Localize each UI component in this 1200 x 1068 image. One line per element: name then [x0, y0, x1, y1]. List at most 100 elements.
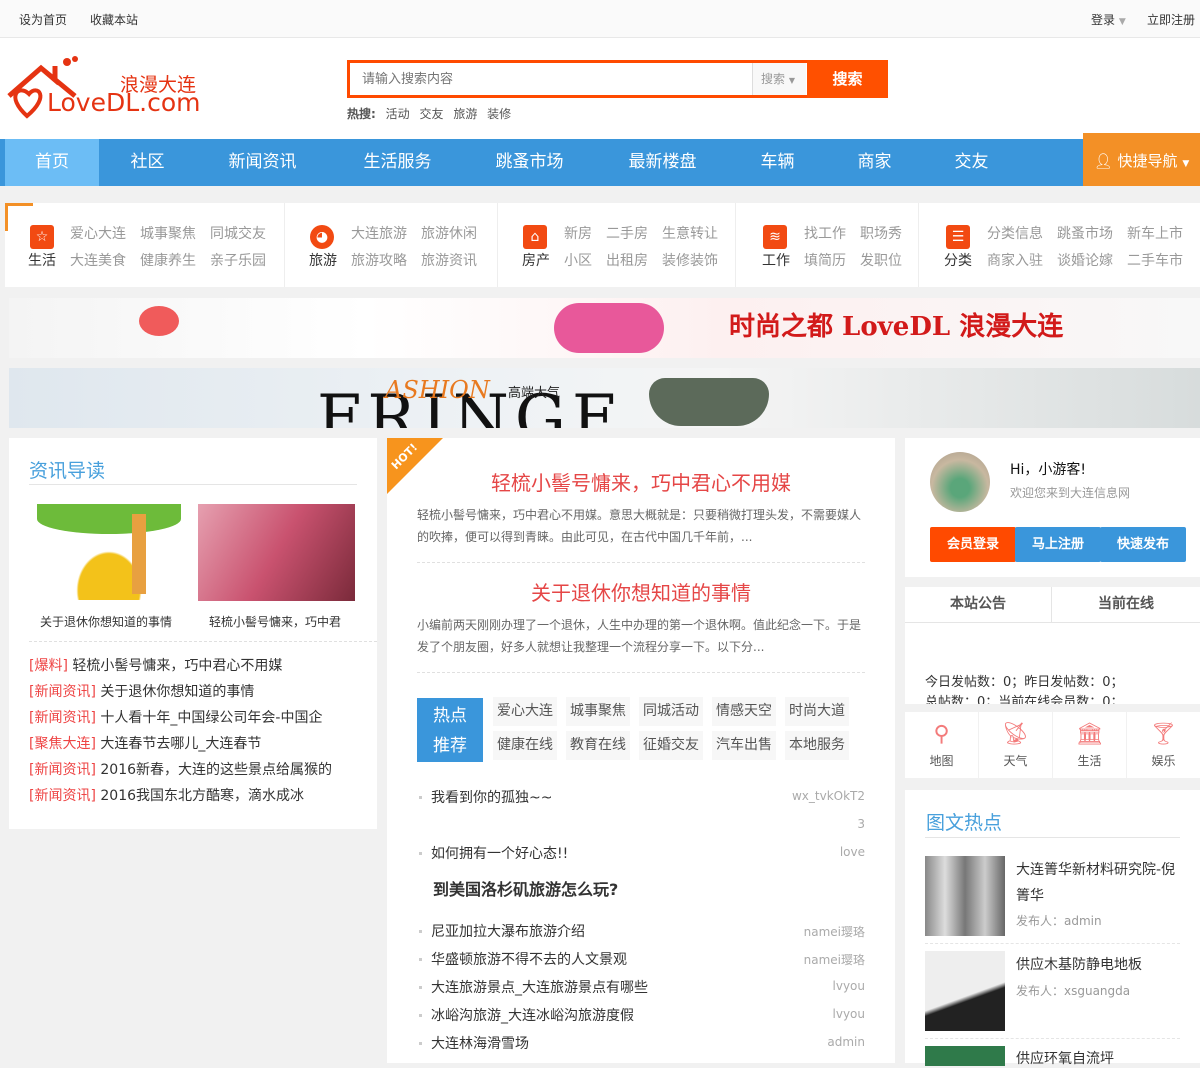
list-item[interactable]: 如何拥有一个好心态!! love: [417, 843, 865, 863]
avatar[interactable]: [930, 452, 990, 512]
category-link[interactable]: 装修装饰: [662, 250, 718, 270]
nav-home[interactable]: 首页: [5, 139, 99, 186]
nav-life[interactable]: 生活服务: [350, 139, 445, 186]
picnews-title[interactable]: 大连箐华新材料研究院-倪箐华: [1016, 857, 1181, 909]
hot-tag[interactable]: 教育在线: [566, 731, 630, 760]
list-subtitle[interactable]: 到美国洛杉矶旅游怎么玩?: [433, 876, 618, 900]
banner-ad-1[interactable]: 时尚之都 LoveDL 浪漫大连: [9, 298, 1200, 358]
news-item[interactable]: [聚焦大连] 大连春节去哪儿_大连春节: [29, 733, 261, 753]
category-name[interactable]: 房产: [522, 250, 550, 270]
category-link[interactable]: 生意转让: [662, 223, 718, 243]
category-name[interactable]: 旅游: [309, 250, 337, 270]
category-name[interactable]: 生活: [28, 250, 56, 270]
register-link[interactable]: 立即注册: [1147, 11, 1195, 28]
hot-search-link[interactable]: 交友: [419, 107, 443, 121]
quick-entertainment[interactable]: 🍸︎ 娱乐: [1127, 712, 1200, 778]
quick-life[interactable]: 🏛︎ 生活: [1053, 712, 1126, 778]
category-link[interactable]: 出租房: [606, 250, 648, 270]
tab-online[interactable]: 当前在线: [1052, 587, 1200, 623]
category-link[interactable]: 旅游资讯: [421, 250, 477, 270]
news-thumb[interactable]: [37, 504, 181, 600]
category-link[interactable]: 分类信息: [987, 223, 1043, 243]
category-link[interactable]: 大连旅游: [351, 223, 407, 243]
hot-search-link[interactable]: 装修: [487, 107, 511, 121]
category-link[interactable]: 新车上市: [1127, 223, 1183, 243]
category-link[interactable]: 大连美食: [70, 250, 126, 270]
category-link[interactable]: 二手房: [606, 223, 648, 243]
logo[interactable]: 浪漫大连 LoveDL.com: [5, 56, 215, 120]
article-title[interactable]: 关于退休你想知道的事情: [417, 577, 865, 606]
member-login-button[interactable]: 会员登录: [930, 527, 1016, 562]
category-name[interactable]: 分类: [944, 250, 972, 270]
hot-tag[interactable]: 时尚大道: [785, 697, 849, 726]
hot-search-link[interactable]: 旅游: [453, 107, 477, 121]
category-link[interactable]: 旅游休闲: [421, 223, 477, 243]
tab-notice[interactable]: 本站公告: [905, 587, 1052, 623]
list-item[interactable]: 大连林海滑雪场 admin: [417, 1033, 865, 1053]
nav-merchants[interactable]: 商家: [847, 139, 902, 186]
set-home-link[interactable]: 设为首页: [19, 11, 67, 28]
category-link[interactable]: 二手车市: [1127, 250, 1183, 270]
category-link[interactable]: 城事聚焦: [140, 223, 196, 243]
register-button[interactable]: 马上注册: [1015, 527, 1101, 562]
banner-ad-2[interactable]: FRINGE ASHION 高端大气: [9, 368, 1200, 428]
hot-search-link[interactable]: 活动: [386, 107, 410, 121]
news-thumb-caption[interactable]: 关于退休你想知道的事情: [40, 613, 172, 630]
news-thumb-caption[interactable]: 轻梳小髻号慵来，巧中君: [209, 613, 341, 630]
category-link[interactable]: 发职位: [860, 250, 902, 270]
picnews-title[interactable]: 供应环氧自流坪: [1016, 1048, 1114, 1068]
hot-tag[interactable]: 征婚交友: [639, 731, 703, 760]
search-scope-select[interactable]: 搜索 ▼: [752, 63, 806, 95]
category-link[interactable]: 爱心大连: [70, 223, 126, 243]
hot-tag[interactable]: 情感天空: [712, 697, 776, 726]
hot-tag[interactable]: 爱心大连: [493, 697, 557, 726]
category-link[interactable]: 职场秀: [860, 223, 902, 243]
nav-cars[interactable]: 车辆: [750, 139, 805, 186]
news-item[interactable]: [新闻资讯] 2016新春，大连的这些景点给属猴的: [29, 759, 332, 779]
news-item[interactable]: [新闻资讯] 十人看十年_中国绿公司年会-中国企: [29, 707, 322, 727]
picnews-thumb[interactable]: [925, 1046, 1005, 1066]
category-link[interactable]: 新房: [564, 223, 592, 243]
category-link[interactable]: 跳蚤市场: [1057, 223, 1113, 243]
list-item[interactable]: 冰峪沟旅游_大连冰峪沟旅游度假 lvyou: [417, 1005, 865, 1025]
category-link[interactable]: 同城交友: [210, 223, 266, 243]
category-link[interactable]: 亲子乐园: [210, 250, 266, 270]
category-link[interactable]: 商家入驻: [987, 250, 1043, 270]
list-item[interactable]: 我看到你的孤独~~ wx_tvkOkT2 3: [417, 787, 865, 831]
category-link[interactable]: 填简历: [804, 250, 846, 270]
search-button[interactable]: 搜索: [807, 60, 888, 98]
login-link[interactable]: 登录 ▼: [1091, 11, 1126, 28]
category-link[interactable]: 健康养生: [140, 250, 196, 270]
bookmark-link[interactable]: 收藏本站: [90, 11, 138, 28]
category-name[interactable]: 工作: [762, 250, 790, 270]
quick-weather[interactable]: 📡︎ 天气: [979, 712, 1052, 778]
news-thumb[interactable]: [198, 504, 355, 601]
hot-tag[interactable]: 城事聚焦: [566, 697, 630, 726]
article-title[interactable]: 轻梳小髻号慵来，巧中君心不用媒: [417, 467, 865, 496]
category-link[interactable]: 谈婚论嫁: [1057, 250, 1113, 270]
nav-market[interactable]: 跳蚤市场: [482, 139, 577, 186]
news-item[interactable]: [新闻资讯] 关于退休你想知道的事情: [29, 681, 254, 701]
quick-publish-button[interactable]: 快速发布: [1100, 527, 1186, 562]
category-link[interactable]: 小区: [564, 250, 592, 270]
nav-dating[interactable]: 交友: [944, 139, 999, 186]
quick-nav-button[interactable]: 👤︎ 快捷导航 ▼: [1083, 133, 1200, 186]
hot-tag[interactable]: 本地服务: [785, 731, 849, 760]
picnews-thumb[interactable]: [925, 856, 1005, 936]
list-item[interactable]: 尼亚加拉大瀑布旅游介绍 namei璎珞: [417, 921, 865, 941]
hot-tag[interactable]: 同城活动: [639, 697, 703, 726]
list-item[interactable]: 大连旅游景点_大连旅游景点有哪些 lvyou: [417, 977, 865, 997]
picnews-title[interactable]: 供应木基防静电地板: [1016, 954, 1142, 974]
nav-news[interactable]: 新闻资讯: [215, 139, 310, 186]
nav-housing[interactable]: 最新楼盘: [615, 139, 710, 186]
quick-map[interactable]: ⚲ 地图: [905, 712, 978, 778]
list-item[interactable]: 华盛顿旅游不得不去的人文景观 namei璎珞: [417, 949, 865, 969]
category-link[interactable]: 旅游攻略: [351, 250, 407, 270]
hot-tag[interactable]: 汽车出售: [712, 731, 776, 760]
news-item[interactable]: [新闻资讯] 2016我国东北方酷寒，滴水成冰: [29, 785, 304, 805]
picnews-thumb[interactable]: [925, 951, 1005, 1031]
hot-tag[interactable]: 健康在线: [493, 731, 557, 760]
news-item[interactable]: [爆料] 轻梳小髻号慵来，巧中君心不用媒: [29, 655, 282, 675]
nav-community[interactable]: 社区: [110, 139, 185, 186]
search-input[interactable]: [350, 63, 750, 95]
